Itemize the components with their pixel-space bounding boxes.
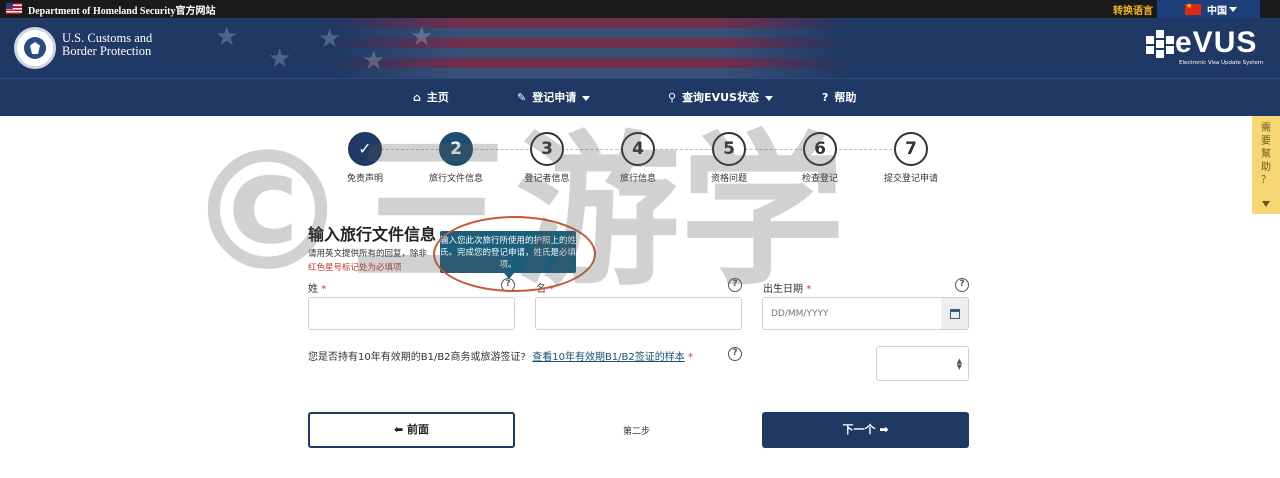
- step-indicator: 第二步: [623, 427, 651, 437]
- nav-home[interactable]: ⌂ 主页: [413, 89, 449, 105]
- chevron-down-icon: [764, 95, 773, 101]
- select-arrows-icon: ▲ ▼: [956, 357, 962, 371]
- previous-button[interactable]: ⬅ 前面: [308, 412, 515, 448]
- chevron-down-icon: [1262, 201, 1270, 207]
- dob-input[interactable]: [762, 297, 942, 330]
- dob-label: 出生日期 *: [763, 280, 811, 295]
- nav-help-label: 帮助: [834, 91, 857, 104]
- switch-language-label: 转换语言: [1113, 6, 1153, 17]
- step-7: 7 提交登记申请: [866, 132, 956, 184]
- step-label: 检查登记: [801, 174, 838, 184]
- chevron-down-icon: [1229, 7, 1237, 12]
- help-circle-icon: ?: [822, 91, 829, 104]
- search-icon: ⚲: [668, 91, 677, 104]
- step-label: 旅行信息: [619, 174, 656, 184]
- intro-text: 请用英文提供所有的回复，除非: [308, 249, 428, 259]
- flag-banner-decoration: [330, 18, 850, 78]
- step-5: 5 资格问题: [684, 132, 774, 184]
- star-decoration: ★: [268, 44, 292, 74]
- arrow-right-icon: ➡: [879, 423, 889, 436]
- cbp-logo-text[interactable]: U.S. Customs and Border Protection: [62, 32, 152, 58]
- calendar-icon: [950, 309, 960, 319]
- nav-home-label: 主页: [426, 91, 449, 104]
- step-circle: ✓: [348, 132, 382, 166]
- org-line-2: Border Protection: [62, 44, 152, 58]
- given-name-help-icon[interactable]: ?: [728, 278, 742, 292]
- need-help-tab[interactable]: 需要幫助？: [1252, 116, 1280, 214]
- surname-label-text: 姓: [308, 284, 318, 295]
- home-icon: ⌂: [413, 91, 421, 104]
- star-decoration: ★: [215, 22, 239, 52]
- next-label: 下一个: [842, 423, 876, 436]
- step-3: 3 登记者信息: [502, 132, 592, 184]
- dob-label-text: 出生日期: [763, 284, 803, 295]
- evus-logo[interactable]: eVUS: [1175, 26, 1257, 60]
- nav-apply[interactable]: ✎ 登记申请: [517, 89, 591, 105]
- arrow-left-icon: ⬅: [393, 423, 404, 436]
- required-note: 红色星号标记处为必填项: [308, 263, 402, 273]
- b1b2-question-text: 您是否持有10年有效期的B1/B2商务或旅游签证?: [308, 352, 526, 363]
- nav-apply-label: 登记申请: [532, 91, 577, 104]
- required-asterisk: *: [321, 284, 327, 295]
- need-help-label: 需要幫助？: [1261, 123, 1271, 186]
- nav-status[interactable]: ⚲ 查询EVUS状态: [668, 89, 773, 105]
- given-name-input[interactable]: [535, 297, 742, 330]
- b1b2-question: 您是否持有10年有效期的B1/B2商务或旅游签证? 查看10年有效期B1/B2签…: [308, 348, 693, 363]
- required-asterisk: *: [687, 352, 693, 363]
- language-label: 中国: [1207, 6, 1227, 17]
- site-header: ★ ★ ★ ★ ★ U.S. Customs and Border Protec…: [0, 18, 1280, 78]
- surname-label: 姓 *: [308, 280, 326, 295]
- nav-status-label: 查询EVUS状态: [682, 91, 759, 104]
- step-circle: 3: [530, 132, 564, 166]
- b1b2-help-icon[interactable]: ?: [728, 347, 742, 361]
- required-asterisk: *: [806, 284, 812, 295]
- china-flag-icon: [1185, 2, 1201, 15]
- step-1[interactable]: ✓ 免责声明: [320, 132, 410, 184]
- dhs-seal-logo[interactable]: [14, 27, 56, 69]
- star-decoration: ★: [410, 22, 434, 52]
- highlight-annotation: [433, 216, 596, 292]
- step-circle: 6: [803, 132, 837, 166]
- nav-help[interactable]: ? 帮助: [822, 89, 856, 105]
- agency-link[interactable]: Department of Homeland Security官方网站: [28, 2, 215, 17]
- previous-label: 前面: [407, 423, 430, 436]
- next-button[interactable]: 下一个 ➡: [762, 412, 969, 448]
- chevron-down-icon: [582, 95, 591, 101]
- step-4: 4 旅行信息: [593, 132, 683, 184]
- surname-input[interactable]: [308, 297, 515, 330]
- us-flag-icon: [6, 3, 22, 14]
- step-label: 提交登记申请: [883, 174, 938, 184]
- step-label: 登记者信息: [524, 174, 570, 184]
- b1b2-select[interactable]: ▲ ▼: [876, 346, 969, 381]
- step-2[interactable]: 2 旅行文件信息: [411, 132, 501, 184]
- step-label: 资格问题: [710, 174, 747, 184]
- step-circle: 7: [894, 132, 928, 166]
- step-label: 免责声明: [346, 174, 383, 184]
- page-title: 输入旅行文件信息: [308, 225, 437, 244]
- step-circle: 5: [712, 132, 746, 166]
- language-dropdown[interactable]: 中国: [1157, 0, 1260, 18]
- step-circle: 4: [621, 132, 655, 166]
- gov-top-bar: Department of Homeland Security官方网站 转换语言…: [0, 0, 1280, 18]
- dob-help-icon[interactable]: ?: [955, 278, 969, 292]
- star-decoration: ★: [318, 24, 342, 54]
- edit-icon: ✎: [517, 91, 527, 104]
- b1b2-sample-link[interactable]: 查看10年有效期B1/B2签证的样本: [532, 352, 685, 363]
- step-circle: 2: [439, 132, 473, 166]
- step-label: 旅行文件信息: [428, 174, 483, 184]
- step-6: 6 检查登记: [775, 132, 865, 184]
- calendar-button[interactable]: [941, 297, 969, 330]
- main-nav: ⌂ 主页 ✎ 登记申请 ⚲ 查询EVUS状态 ? 帮助: [0, 78, 1280, 116]
- star-decoration: ★: [362, 46, 386, 76]
- evus-tagline: Electronic Visa Update System: [1179, 60, 1264, 66]
